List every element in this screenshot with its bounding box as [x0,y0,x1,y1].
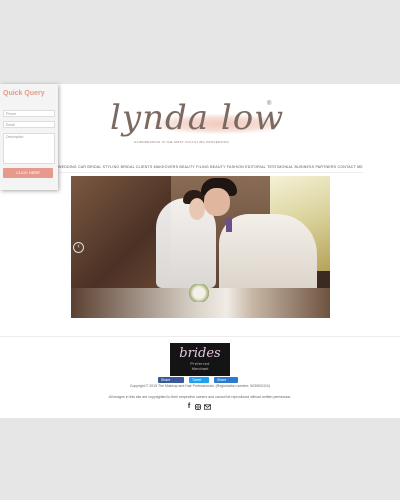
quick-query-title: Quick Query [3,90,45,97]
footer-social-icons: f [186,403,212,410]
nav-item-wedding-car[interactable]: WEDDING CAR [58,165,86,169]
site-logo[interactable]: lynda low [110,98,283,138]
page-content: lynda low ® HAIRDRESSING IS THE MOST FUL… [0,84,400,418]
email-field[interactable]: Email [3,121,55,128]
rights-notice: All images in this site are copyrighted … [108,395,292,399]
badge-brides-word: brides [179,346,221,361]
social-share-row: Share Tweet Share [158,377,238,383]
photo-groom-face [204,188,230,216]
photo-groom-suit [219,214,317,288]
brides-preferred-merchant-badge[interactable]: brides Preferred Merchant [170,343,230,376]
quick-query-submit-button[interactable]: CLICK HERE [3,168,53,178]
description-field[interactable]: Description [3,133,55,164]
logo-tagline: HAIRDRESSING IS THE MOST FULFILLING PROF… [134,140,229,144]
twitter-tweet-button[interactable]: Tweet [189,377,209,383]
main-nav: WEDDING CAR BRIDAL STYLING BRIDAL CLIENT… [58,162,363,173]
nav-item-contact-me[interactable]: CONTACT ME [337,165,362,169]
phone-field[interactable]: Phone [3,110,55,117]
photo-bouquet [188,284,210,302]
share-button[interactable]: Share [214,377,238,383]
photo-groom-tie [226,218,232,232]
nav-item-bridal-makeovers[interactable]: BRIDAL CLIENTS MAKEOVERS [121,165,179,169]
footer-divider [0,336,400,337]
nav-item-business-partners[interactable]: BUSINESS PARTNERS [294,165,336,169]
nav-item-bridal-styling[interactable]: BRIDAL STYLING [87,165,119,169]
photo-bride-face [189,198,205,220]
instagram-icon[interactable] [195,404,201,410]
facebook-icon[interactable]: f [186,403,192,410]
nav-item-testimonial[interactable]: TESTIMONIAL [267,165,293,169]
facebook-share-button[interactable]: Share [158,377,184,383]
copyright-text: Copyright © 2015 The Makeup and Hair Pro… [129,384,271,388]
hero-slider[interactable]: ‹ [71,176,330,318]
quick-query-panel: Quick Query Phone Email Description CLIC… [0,84,58,190]
logo-registered-mark: ® [267,101,272,107]
nav-item-beauty-filing[interactable]: BEAUTY FILING [179,165,209,169]
nav-item-fashion-editorial[interactable]: BEAUTY FASHION EDITORIAL [210,165,266,169]
badge-subtitle-2: Merchant [191,366,209,371]
slider-prev-arrow-icon[interactable]: ‹ [73,242,84,253]
email-icon[interactable] [203,404,212,410]
